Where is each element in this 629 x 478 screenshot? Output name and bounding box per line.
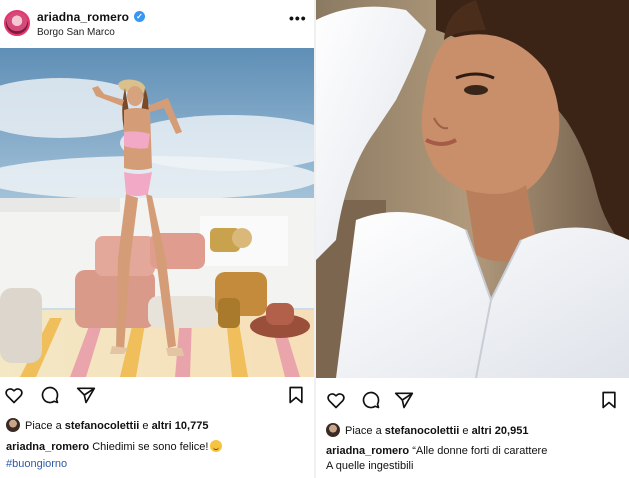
post-header: ariadna_romero ✓ Borgo San Marco ••• — [0, 0, 314, 48]
beach-terrace-photo — [0, 48, 314, 377]
username[interactable]: ariadna_romero — [37, 10, 129, 24]
comment-icon[interactable] — [40, 385, 60, 405]
bookmark-icon[interactable] — [599, 390, 619, 410]
caption-hashtag[interactable]: #buongiorno — [6, 458, 67, 470]
caption: ariadna_romero Chiedimi se sono felice! — [6, 440, 223, 453]
bookmark-icon[interactable] — [286, 385, 306, 405]
post-photo[interactable] — [316, 0, 629, 378]
liker-username[interactable]: stefanocolettii — [385, 425, 460, 437]
likes-prefix: Piace a — [25, 420, 65, 432]
caption-text: Chiedimi se sono felice! — [89, 441, 209, 453]
liker-avatar — [326, 423, 340, 437]
more-options-icon[interactable]: ••• — [289, 10, 307, 26]
portrait-photo — [316, 0, 629, 378]
share-icon[interactable] — [394, 390, 414, 410]
likes-summary[interactable]: Piace a stefanocolettii e altri 20,951 — [326, 423, 528, 437]
likes-count[interactable]: altri 10,775 — [152, 420, 209, 432]
caption: ariadna_romero “Alle donne forti di cara… — [326, 445, 547, 457]
caption-username[interactable]: ariadna_romero — [326, 445, 409, 457]
share-icon[interactable] — [76, 385, 96, 405]
likes-prefix: Piace a — [345, 425, 385, 437]
heart-icon[interactable] — [4, 385, 24, 405]
verified-badge-icon: ✓ — [134, 11, 145, 22]
smiling-emoji-icon — [210, 440, 223, 452]
action-bar — [0, 381, 314, 411]
likes-mid: e — [459, 425, 472, 437]
caption-text: “Alle donne forti di carattere — [409, 445, 548, 457]
post-photo[interactable] — [0, 48, 314, 377]
caption-username[interactable]: ariadna_romero — [6, 441, 89, 453]
liker-avatar — [6, 418, 20, 432]
caption-line-2: A quelle ingestibili — [326, 460, 414, 472]
liker-username[interactable]: stefanocolettii — [65, 420, 140, 432]
action-bar — [316, 386, 629, 416]
avatar[interactable] — [4, 10, 30, 36]
likes-count[interactable]: altri 20,951 — [472, 425, 529, 437]
post-right: Piace a stefanocolettii e altri 20,951 a… — [314, 0, 629, 478]
location-link[interactable]: Borgo San Marco — [37, 27, 115, 38]
comment-icon[interactable] — [361, 390, 381, 410]
likes-mid: e — [139, 420, 152, 432]
likes-summary[interactable]: Piace a stefanocolettii e altri 10,775 — [6, 418, 208, 432]
post-left: ariadna_romero ✓ Borgo San Marco ••• Pia… — [0, 0, 314, 478]
heart-icon[interactable] — [326, 390, 346, 410]
